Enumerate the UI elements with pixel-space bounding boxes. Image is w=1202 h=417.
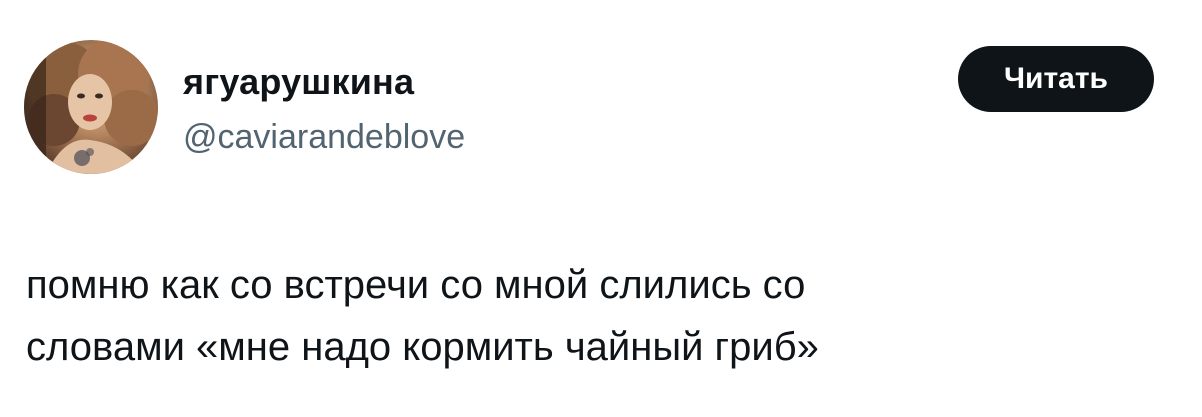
- tweet-text: помню как со встречи со мной слились со …: [26, 263, 819, 369]
- tweet-card: ягуарушкина @caviarandeblove Читать помн…: [0, 0, 1202, 417]
- follow-button[interactable]: Читать: [958, 46, 1154, 112]
- avatar-photo-icon: [24, 40, 158, 174]
- author-display-name[interactable]: ягуарушкина: [183, 62, 414, 102]
- author-handle[interactable]: @caviarandeblove: [183, 117, 465, 157]
- avatar[interactable]: [24, 40, 158, 174]
